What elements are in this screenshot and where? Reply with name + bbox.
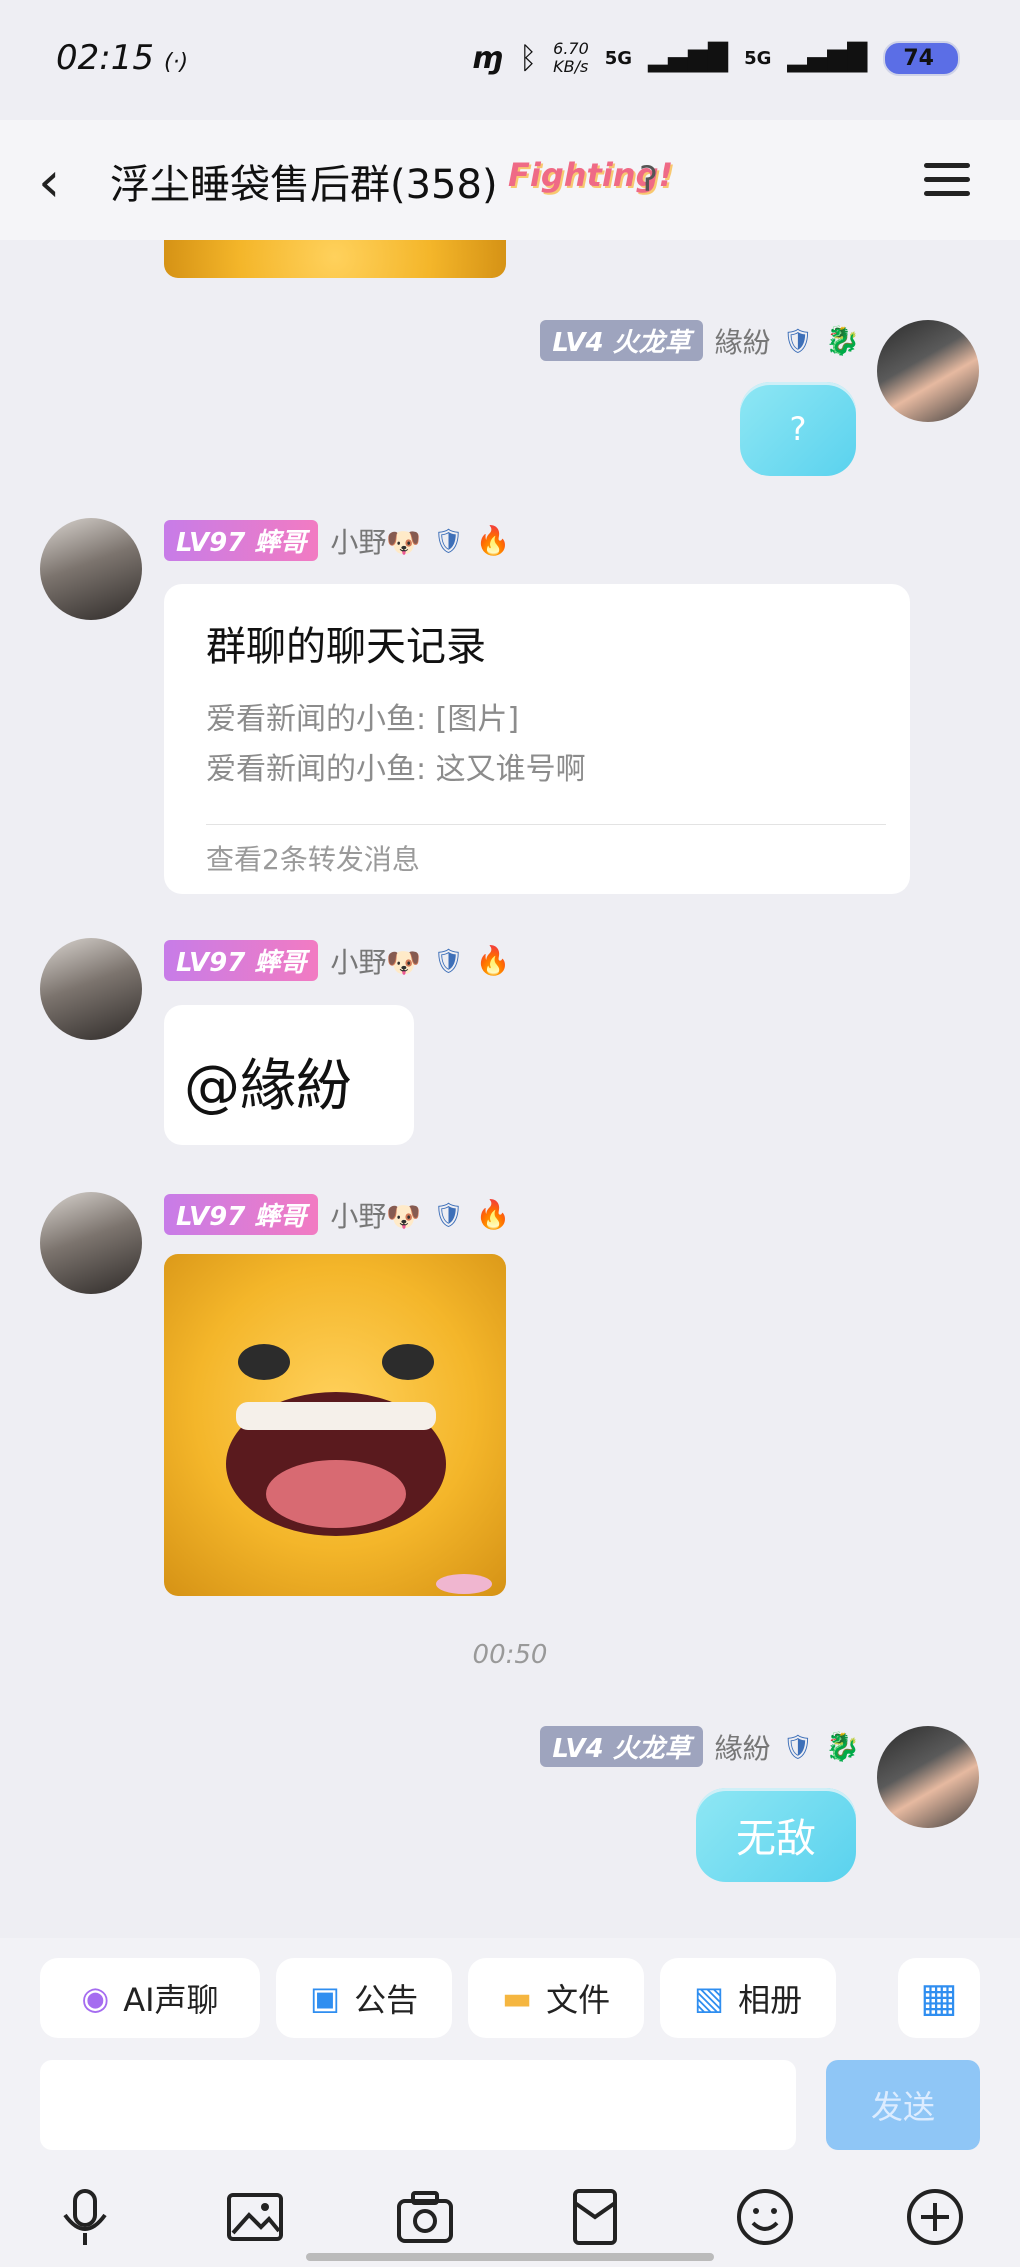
message-bubble[interactable]: @緣紛 (164, 1005, 414, 1145)
sender-name: 緣紛 (714, 325, 771, 359)
microphone-icon[interactable] (50, 2182, 120, 2252)
card-footer: 查看2条转发消息 (206, 843, 420, 876)
sender-avatar[interactable] (40, 1192, 142, 1294)
ear-icon[interactable]: ʔ (640, 160, 657, 200)
shield-icon: 🛡 (433, 526, 464, 555)
shortcut-label: AI声聊 (123, 1981, 219, 2019)
battery-indicator: 74 (883, 40, 960, 76)
sender-name: 小野🐶 (330, 945, 422, 979)
hotspot-icon: (·) (163, 50, 189, 75)
my-avatar[interactable] (877, 320, 979, 422)
album-icon: ▧ (693, 1979, 725, 2017)
my-name-row: LV4 火龙草 緣紛 🛡 🐉 (540, 1726, 860, 1767)
sender-avatar[interactable] (40, 938, 142, 1040)
forwarded-chat-card[interactable]: 群聊的聊天记录 爱看新闻的小鱼: [图片] 爱看新闻的小鱼: 这又谁号啊 查看2… (164, 584, 910, 894)
level-badge: LV4 火龙草 (540, 1726, 703, 1767)
level-badge: LV97 蟀哥 (164, 940, 319, 981)
send-button[interactable]: 发送 (826, 2060, 980, 2150)
emoji-icon[interactable] (730, 2182, 800, 2252)
card-divider (206, 824, 886, 825)
card-line: 爱看新闻的小鱼: 这又谁号啊 (206, 752, 586, 787)
image-icon[interactable] (220, 2182, 290, 2252)
menu-button[interactable] (924, 154, 970, 205)
shortcut-label: 相册 (738, 1981, 803, 2019)
camera-icon[interactable] (390, 2182, 460, 2252)
fire-icon: 🔥 (475, 524, 511, 557)
shortcut-announcement[interactable]: ▣ 公告 (276, 1958, 452, 2038)
card-line: 爱看新闻的小鱼: [图片] (206, 702, 520, 737)
folder-icon: ▬ (501, 1979, 533, 2017)
my-message-bubble[interactable]: 无敌 (696, 1788, 856, 1882)
sender-name-row: LV97 蟀哥 小野🐶 🛡 🔥 (164, 1194, 511, 1235)
sender-name: 緣紛 (714, 1731, 771, 1765)
net-label-2: 5G (744, 47, 772, 69)
plus-icon[interactable] (900, 2182, 970, 2252)
status-icons: ɱ ᛒ 6.70 KB/s 5G ▂▄▆█ 5G ▂▄▆█ 74 (472, 40, 960, 76)
signal-icon-2: ▂▄▆█ (787, 43, 868, 73)
my-message-bubble[interactable]: ? (740, 382, 856, 476)
shield-icon: 🛡 (433, 946, 464, 975)
red-packet-icon[interactable] (560, 2182, 630, 2252)
message-text: 无敌 (736, 1816, 816, 1862)
shortcut-label: 文件 (546, 1981, 611, 2019)
dragon-icon: 🐉 (825, 1730, 860, 1763)
sender-name-row: LV97 蟀哥 小野🐶 🛡 🔥 (164, 940, 511, 981)
fire-icon: 🔥 (475, 1198, 511, 1231)
shortcut-label: 公告 (354, 1981, 419, 2019)
shield-icon: 🛡 (782, 1732, 814, 1761)
apps-grid-icon: ▦ (920, 1975, 958, 2021)
level-badge: LV97 蟀哥 (164, 520, 319, 561)
shortcut-ai-voice[interactable]: ◉ AI声聊 (40, 1958, 260, 2038)
message-text: ? (789, 410, 807, 448)
my-name-row: LV4 火龙草 緣紛 🛡 🐉 (540, 320, 860, 361)
home-indicator (306, 2253, 714, 2261)
sender-name: 小野🐶 (330, 1199, 422, 1233)
dragon-icon: 🐉 (825, 324, 860, 357)
back-button[interactable]: ‹ (38, 150, 60, 215)
message-input[interactable] (40, 2060, 796, 2150)
net-label-1: 5G (604, 47, 633, 69)
shield-icon: 🛡 (782, 326, 814, 355)
shortcut-files[interactable]: ▬ 文件 (468, 1958, 644, 2038)
signal-icon: ▂▄▆█ (648, 43, 729, 73)
ai-voice-icon: ◉ (81, 1979, 110, 2017)
sender-name: 小野🐶 (330, 525, 422, 559)
card-title: 群聊的聊天记录 (206, 624, 486, 670)
carrier-icon: ɱ (471, 40, 504, 76)
net-speed: 6.70 KB/s (553, 39, 589, 76)
shield-icon: 🛡 (433, 1200, 464, 1229)
level-badge: LV4 火龙草 (540, 320, 703, 361)
sender-avatar[interactable] (40, 518, 142, 620)
group-title[interactable]: 浮尘睡袋售后群(358) (110, 152, 498, 210)
sender-name-row: LV97 蟀哥 小野🐶 🛡 🔥 (164, 520, 511, 561)
message-timestamp: 00:50 (472, 1640, 548, 1670)
level-badge: LV97 蟀哥 (164, 1194, 319, 1235)
bluetooth-icon: ᛒ (519, 40, 538, 76)
status-time: 02:15 (·) (56, 38, 189, 78)
shortcut-album[interactable]: ▧ 相册 (660, 1958, 836, 2038)
previous-sticker[interactable] (164, 240, 506, 278)
fire-icon: 🔥 (475, 944, 511, 977)
shortcut-more-apps[interactable]: ▦ (898, 1958, 980, 2038)
my-avatar[interactable] (877, 1726, 979, 1828)
message-text: @緣紛 (184, 1054, 352, 1119)
sticker-image[interactable] (164, 1254, 506, 1596)
announcement-icon: ▣ (309, 1979, 341, 2017)
smiling-face-sticker (226, 1344, 492, 1594)
